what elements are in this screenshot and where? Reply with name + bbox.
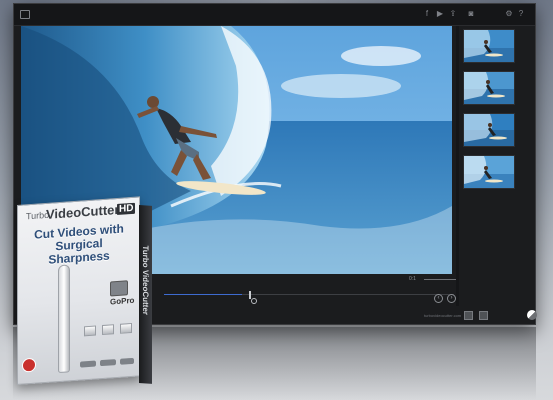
camera-icon[interactable]: ◙ [466,9,476,19]
timeline-progress [164,294,242,295]
thumbnail-image [464,156,514,188]
prev-frame-button[interactable]: ‹ [434,294,443,303]
youtube-icon[interactable]: ▶ [435,9,445,19]
share-icon[interactable]: ⇪ [448,9,458,19]
partner-logo-3 [120,357,134,365]
cut-marker-icon[interactable] [251,298,257,304]
brand-name: VideoCutter [46,201,120,222]
menu-icon[interactable] [20,10,30,19]
contrast-icon[interactable] [527,310,537,320]
panel-divider [456,26,459,306]
gopro-label: GoPro [110,295,135,307]
box-side-text: Turbo VideoCutter [141,245,150,316]
titlebar: f ▶ ⇪ ◙ ⚙ ? [14,4,535,26]
next-frame-button[interactable]: › [447,294,456,303]
thumbnail-image [464,72,514,104]
partner-logo-1 [80,360,96,368]
thumbnail-2[interactable] [463,71,515,105]
scalpel-icon [58,264,70,374]
hd-badge: HD [117,202,136,216]
website-link[interactable]: turbovideocutter.com [424,313,461,318]
export-icon[interactable] [464,311,473,320]
seal-badge [22,357,36,373]
tagline: Cut Videos with Surgical Sharpness [24,222,134,269]
gear-icon[interactable]: ⚙ [504,9,514,19]
box-side: Turbo VideoCutter [139,205,152,384]
camera-icon [110,280,128,297]
thumbnail-image [464,30,514,62]
thumbnail-4[interactable] [463,155,515,189]
save-icon[interactable] [479,311,488,320]
playhead-handle[interactable] [249,291,251,299]
thumbnail-panel [461,26,522,198]
help-icon[interactable]: ? [516,9,526,19]
partner-logo-2 [100,359,116,367]
feature-icon-3 [120,322,132,334]
thumbnail-3[interactable] [463,113,515,147]
feature-icons [84,322,134,338]
feature-icon-1 [84,325,96,337]
product-box: Turbo VideoCutter HD Cut Videos with Sur… [17,196,152,391]
box-front: Turbo VideoCutter HD Cut Videos with Sur… [17,196,140,385]
volume-slider[interactable] [424,279,456,280]
thumbnail-image [464,114,514,146]
thumbnail-1[interactable] [463,29,515,63]
facebook-icon[interactable]: f [422,9,432,19]
feature-icon-2 [102,324,114,336]
